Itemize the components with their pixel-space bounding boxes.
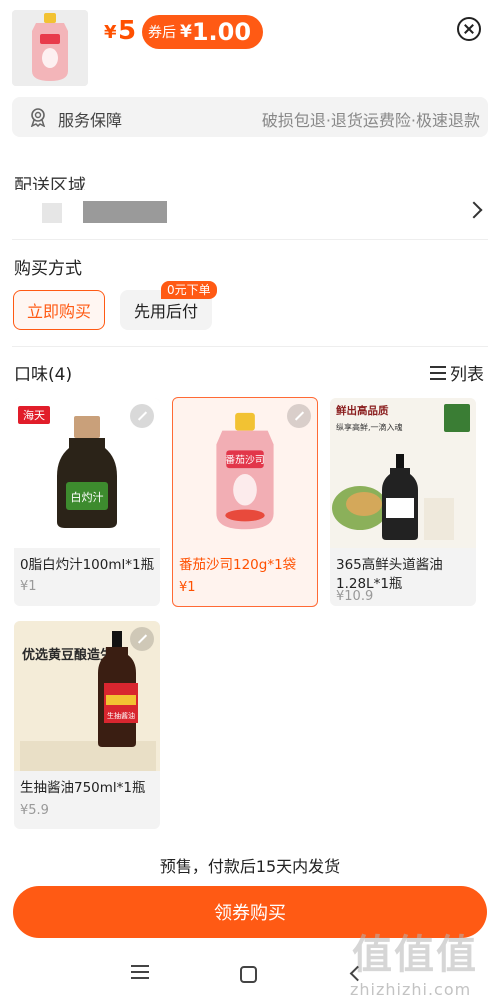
coupon-price: 1.00 xyxy=(191,18,252,46)
divider xyxy=(12,239,488,240)
coupon-label: 券后 xyxy=(148,25,176,41)
presale-notice: 预售，付款后15天内发货 xyxy=(159,857,341,876)
address-redacted xyxy=(83,201,167,223)
flavor-section-title: 口味(4) xyxy=(14,365,73,385)
expand-image-icon[interactable] xyxy=(287,404,311,428)
service-guarantee-bar[interactable]: 服务保障 破损包退·退货运费险·极速退款 xyxy=(12,97,488,137)
buy-now-option[interactable]: 立即购买 xyxy=(13,290,105,330)
expand-image-icon[interactable] xyxy=(130,404,154,428)
flavor-option-card[interactable]: 海天 白灼汁 0脂白灼汁100ml*1瓶 ¥1 xyxy=(14,398,160,606)
flavor-name: 番茄沙司120g*1袋 xyxy=(179,557,297,573)
flavor-option-card-selected[interactable]: 番茄沙司 番茄沙司120g*1袋 ¥1 xyxy=(172,397,318,607)
list-icon xyxy=(430,365,446,381)
bottle-label-text: 生抽酱油 xyxy=(107,711,135,720)
flavor-price: ¥10.9 xyxy=(336,589,374,604)
list-view-label: 列表 xyxy=(450,365,484,385)
promo-subtitle-text: 纵享高鲜,一滴入魂 xyxy=(336,422,403,432)
menu-icon[interactable] xyxy=(131,965,149,983)
guarantee-badge-icon xyxy=(30,108,46,127)
service-description: 破损包退·退货运费险·极速退款 xyxy=(261,111,480,130)
service-label: 服务保障 xyxy=(58,111,123,130)
bottle-label-text: 番茄沙司 xyxy=(225,453,264,466)
delivery-section-title: 配送区域 xyxy=(14,176,86,190)
flavor-option-card[interactable]: 优选黄豆酿造生抽 生抽酱油 生抽酱油750ml*1瓶 ¥5.9 xyxy=(14,621,160,829)
watermark-logo: 值值值 xyxy=(352,932,478,978)
flavor-name: 0脂白灼汁100ml*1瓶 xyxy=(20,557,155,573)
brand-logo-text: 海天 xyxy=(23,408,45,422)
watermark-text: zhizhizhi.com xyxy=(350,980,472,999)
chevron-right-icon[interactable] xyxy=(465,201,483,219)
product-thumbnail[interactable] xyxy=(12,10,88,86)
purchase-method-title: 购买方式 xyxy=(14,259,82,279)
flavor-price: ¥1 xyxy=(20,579,37,594)
coupon-currency: ¥ xyxy=(180,22,192,42)
divider xyxy=(12,346,488,347)
close-icon[interactable] xyxy=(457,17,481,41)
price-value: 5 xyxy=(118,16,137,46)
zero-down-badge: 0元下单 xyxy=(161,281,217,299)
flavor-price: ¥5.9 xyxy=(20,803,49,818)
flavor-option-card[interactable]: 鲜出高品质 纵享高鲜,一滴入魂 365高鲜头道酱油1.28L*1瓶 ¥10.9 xyxy=(330,398,476,606)
sku-selector-sheet: ¥ 5 券后 ¥ 1.00 服务保障 破损包退·退货运费险·极速退款 配送区域 … xyxy=(0,0,500,1004)
list-view-toggle[interactable]: 列表 xyxy=(430,360,484,385)
bottle-label-text: 白灼汁 xyxy=(71,490,104,504)
product-image: 鲜出高品质 纵享高鲜,一滴入魂 xyxy=(330,398,476,548)
address-placeholder xyxy=(42,203,62,223)
home-icon[interactable] xyxy=(240,966,257,983)
coupon-price-badge: 券后 ¥ 1.00 xyxy=(142,15,264,49)
expand-image-icon[interactable] xyxy=(130,627,154,651)
flavor-price: ¥1 xyxy=(179,580,196,595)
promo-title-text: 鲜出高品质 xyxy=(336,404,389,417)
price-currency: ¥ xyxy=(104,22,117,43)
flavor-name: 生抽酱油750ml*1瓶 xyxy=(20,780,146,796)
